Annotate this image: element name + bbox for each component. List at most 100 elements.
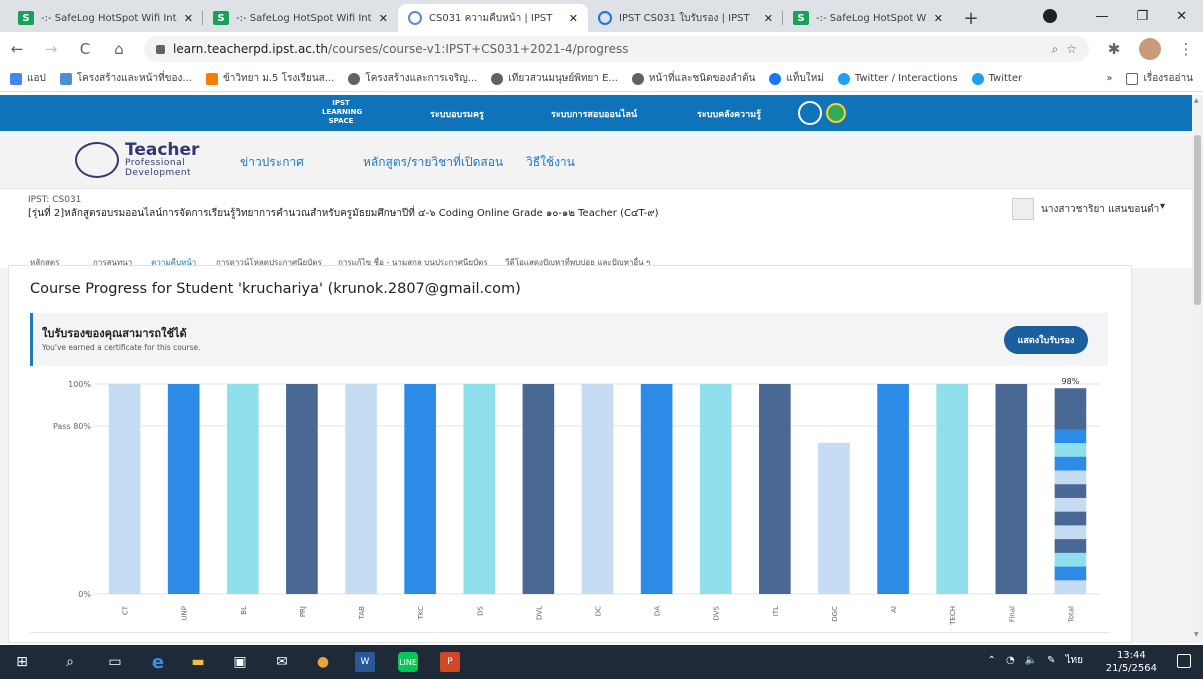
mail-icon[interactable]: ✉ <box>272 652 292 672</box>
bookmark-item[interactable]: โครงสร้างและหน้าที่ของ... <box>59 71 192 86</box>
windows-start-icon[interactable]: ⊞ <box>12 652 32 672</box>
bookmark-apps[interactable]: แอป <box>10 71 46 86</box>
browser-tab-3[interactable]: CS031 ความคืบหน้า | IPST ✕ <box>398 4 588 32</box>
task-view-icon[interactable]: ▭ <box>105 652 125 672</box>
volume-icon[interactable]: 🔈 <box>1025 655 1037 666</box>
logo-text: IPST LEARNING SPACE <box>322 99 363 125</box>
bookmark-item[interactable]: ข้าวิทยา ม.5 โรงเรียนส... <box>205 71 334 86</box>
scrollbar-thumb[interactable] <box>1194 135 1201 305</box>
restore-icon[interactable]: ❐ <box>1136 9 1148 24</box>
course-title: [รุ่นที่ 2]หลักสูตรอบรมออนไลน์การจัดการเ… <box>28 208 659 219</box>
reading-list-icon <box>1126 72 1139 85</box>
nav-courses[interactable]: หลักสูตร/รายวิชาที่เปิดสอน <box>363 153 503 172</box>
bar-segment-Total <box>1054 443 1087 458</box>
edge-icon[interactable]: e <box>148 652 168 673</box>
minimize-icon[interactable]: — <box>1095 9 1108 24</box>
reading-list-button[interactable]: เรื่องรออ่าน <box>1126 71 1193 86</box>
close-icon[interactable]: ✕ <box>379 12 388 25</box>
scroll-up-icon[interactable]: ▲ <box>1194 97 1199 104</box>
site-header: Teacher Professional Development ข่าวประ… <box>0 131 1203 189</box>
anniversary-emblem-icon <box>826 103 846 123</box>
profile-icon[interactable] <box>1043 9 1058 23</box>
home-icon[interactable]: ⌂ <box>110 40 128 58</box>
language-indicator[interactable]: ไทย <box>1066 653 1083 668</box>
user-name[interactable]: นางสาวชาริยา แสนขอนดำ <box>1041 202 1159 217</box>
close-icon[interactable]: ✕ <box>569 12 578 25</box>
url-path: /courses/course-v1:IPST+CS031+2021-4/pro… <box>328 42 629 56</box>
url-text[interactable]: learn.teacherpd.ipst.ac.th/courses/cours… <box>173 42 1044 56</box>
browser-tab-2[interactable]: S -:- SafeLog HotSpot Wifi Inte ✕ <box>203 4 398 32</box>
chrome-icon[interactable]: ● <box>313 652 333 672</box>
nav-teacher-training[interactable]: ระบบอบรมครู <box>430 107 484 121</box>
bookmark-item[interactable]: โครงสร้างและการเจริญ... <box>348 71 477 86</box>
search-icon[interactable]: ⌕ <box>60 652 80 672</box>
x-tick-label: Total <box>1067 606 1075 623</box>
browser-tab-5[interactable]: S -:- SafeLog HotSpot Wifi Inte ✕ <box>783 4 953 32</box>
nav-knowledge-base[interactable]: ระบบคลังความรู้ <box>697 107 761 121</box>
window-controls: — ❐ ✕ <box>1043 0 1203 32</box>
chevron-up-icon[interactable]: ⌃ <box>988 655 996 666</box>
emblem-icon <box>798 101 822 125</box>
bookmark-item[interactable]: เทียวสวนมนุษย์พิทยา E... <box>491 71 618 86</box>
certificate-notice: ใบรับรองของคุณสามารถใช้ได้ You've earned… <box>30 313 1108 366</box>
star-icon[interactable]: ☆ <box>1066 42 1077 56</box>
extensions-icon[interactable]: ✱ <box>1105 40 1123 58</box>
word-icon[interactable]: W <box>355 652 375 672</box>
bookmark-item[interactable]: Twitter <box>971 72 1022 85</box>
notification-icon[interactable] <box>1177 654 1191 668</box>
ipst-learning-space-logo[interactable]: IPST LEARNING SPACE <box>322 99 363 127</box>
menu-icon[interactable]: ⋮ <box>1177 40 1195 58</box>
close-icon[interactable]: ✕ <box>764 12 773 25</box>
close-icon[interactable]: ✕ <box>934 12 943 25</box>
x-tick-label: DA <box>654 606 662 616</box>
bookmark-item[interactable]: Twitter / Interactions <box>837 72 958 85</box>
close-icon[interactable]: ✕ <box>184 12 193 25</box>
scrollbar[interactable]: ▲ ▼ <box>1192 95 1203 643</box>
bookmarks-bar: แอป โครงสร้างและหน้าที่ของ... ข้าวิทยา ม… <box>0 66 1203 92</box>
close-window-icon[interactable]: ✕ <box>1176 9 1187 24</box>
bar-segment-Total <box>1054 470 1087 485</box>
bar-DVL <box>522 384 555 594</box>
teacher-professional-development-logo[interactable]: Teacher Professional Development <box>75 139 205 181</box>
bookmark-label: Twitter / Interactions <box>854 73 958 84</box>
course-header: IPST: CS031 [รุ่นที่ 2]หลักสูตรอบรมออนไล… <box>0 190 1203 230</box>
nav-how-to-use[interactable]: วิธีใช้งาน <box>526 153 575 172</box>
store-icon[interactable]: ▣ <box>230 652 250 672</box>
site-top-bar: IPST LEARNING SPACE ระบบอบรมครู ระบบการส… <box>0 95 1203 131</box>
avatar[interactable] <box>1139 38 1161 60</box>
browser-tab-4[interactable]: IPST CS031 ใบรับรอง | IPST ✕ <box>588 4 783 32</box>
wifi-icon[interactable]: ◔ <box>1006 655 1015 666</box>
reload-icon[interactable]: C <box>76 40 94 58</box>
bookmark-item[interactable]: แท็บใหม่ <box>769 71 824 86</box>
nav-news[interactable]: ข่าวประกาศ <box>240 153 304 172</box>
powerpoint-icon[interactable]: P <box>440 652 460 672</box>
browser-tab-1[interactable]: S -:- SafeLog HotSpot Wifi Inte ✕ <box>8 4 203 32</box>
bookmarks-more-button[interactable]: » <box>1106 73 1112 84</box>
view-certificate-button[interactable]: แสดงใบรับรอง <box>1004 326 1088 354</box>
address-bar[interactable]: learn.teacherpd.ipst.ac.th/courses/cours… <box>144 36 1089 62</box>
ring-favicon-icon <box>598 11 612 25</box>
bar-TECH <box>936 384 969 594</box>
clock[interactable]: 13:44 21/5/2564 <box>1106 649 1157 675</box>
forward-icon[interactable]: → <box>42 40 60 58</box>
globe-icon <box>348 72 361 85</box>
bar-segment-Total <box>1054 566 1087 581</box>
new-tab-button[interactable]: + <box>957 4 985 32</box>
bar-DVS <box>699 384 732 594</box>
bar-DA <box>640 384 673 594</box>
bookmark-item[interactable]: หน้าที่และชนิดของลำต้น <box>631 71 755 86</box>
pen-icon[interactable]: ✎ <box>1047 655 1055 666</box>
chevron-down-icon[interactable]: ▾ <box>1160 201 1165 212</box>
nav-online-exam[interactable]: ระบบการสอบออนไลน์ <box>551 107 637 121</box>
bar-segment-Total <box>1054 484 1087 499</box>
lock-icon[interactable] <box>156 44 165 54</box>
bar-segment-Total <box>1054 388 1087 403</box>
scroll-down-icon[interactable]: ▼ <box>1194 631 1199 638</box>
back-icon[interactable]: ← <box>8 40 26 58</box>
line-icon[interactable]: LINE <box>398 652 418 672</box>
file-explorer-icon[interactable]: ▬ <box>188 652 208 672</box>
zoom-icon[interactable]: ⌕ <box>1052 42 1059 57</box>
avatar[interactable] <box>1012 198 1034 220</box>
bar-segment-Total <box>1054 429 1087 444</box>
y-tick-label: Pass 80% <box>53 422 91 431</box>
